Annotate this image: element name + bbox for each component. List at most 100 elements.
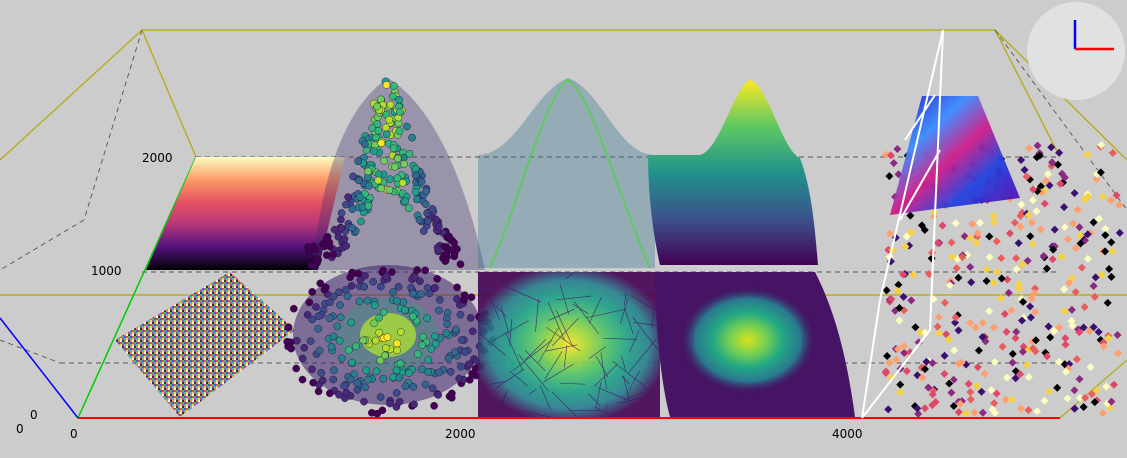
scatter-point — [450, 238, 458, 247]
scatter-point — [467, 293, 476, 302]
scatter-point — [340, 381, 348, 390]
scatter-point — [413, 350, 422, 358]
diamond-point — [896, 388, 905, 397]
diamond-point — [971, 323, 980, 332]
scatter-point — [361, 383, 369, 392]
scatter-point — [312, 303, 320, 311]
scatter-point — [410, 400, 418, 409]
scatter-point — [368, 124, 377, 132]
scatter-point — [435, 368, 444, 377]
diamond-point — [893, 286, 902, 295]
diamond-point — [1057, 252, 1066, 261]
diamond-point — [1106, 196, 1115, 205]
scatter-point — [465, 360, 474, 368]
scatter-point — [396, 359, 405, 368]
swirl-surface[interactable] — [890, 96, 1020, 215]
scatter-point — [424, 356, 433, 364]
diamond-point — [896, 380, 905, 389]
diamond-point — [982, 265, 991, 274]
scatter-point — [337, 354, 346, 363]
scatter-point — [393, 154, 402, 163]
scatter-point — [370, 319, 378, 328]
scatter-point — [298, 375, 307, 384]
scatter-point — [364, 375, 372, 384]
scatter-point — [355, 176, 363, 185]
diamond-point — [1107, 272, 1116, 281]
scatter-point — [381, 123, 390, 132]
scatter-point — [371, 336, 380, 345]
diamond-point — [1061, 340, 1070, 349]
scatter-point — [382, 344, 390, 352]
diamond-point — [1070, 404, 1079, 413]
scene-canvas[interactable] — [0, 0, 1127, 458]
scatter-point — [365, 181, 373, 190]
scatter-point — [386, 175, 395, 183]
scatter-point — [393, 297, 401, 305]
gaussian-surface[interactable] — [648, 80, 855, 417]
scatter-point — [455, 374, 464, 383]
scatter-point — [289, 304, 298, 313]
diamond-point — [1027, 218, 1036, 227]
scatter-point — [305, 243, 314, 252]
scatter-point — [416, 277, 424, 286]
diamond-point — [1090, 292, 1099, 301]
scatter-point — [317, 368, 326, 377]
diamond-point — [967, 278, 976, 287]
scatter-point — [442, 329, 451, 337]
scatter-point — [417, 290, 426, 298]
scatter-point — [377, 184, 386, 193]
scatter-point — [287, 344, 296, 353]
scatter-point — [330, 366, 338, 374]
scatter-point — [344, 346, 353, 354]
scatter-point — [342, 388, 351, 397]
diamond-point — [1075, 375, 1084, 384]
scatter-point — [411, 171, 420, 179]
scatter-point — [308, 365, 316, 374]
3d-viewport[interactable]: 0 2000 4000 1000 2000 0 0 — [0, 0, 1127, 458]
scatter-point — [349, 269, 358, 278]
scatter-point — [413, 266, 422, 274]
scatter-point — [405, 149, 414, 158]
scatter-point — [392, 389, 401, 397]
scatter-point — [347, 282, 356, 290]
diamond-point — [883, 352, 892, 361]
scatter-point — [457, 362, 465, 371]
diamond-point — [1108, 148, 1117, 157]
scatter-point — [393, 174, 402, 182]
scatter-point — [330, 225, 339, 234]
diamond-point — [952, 264, 961, 273]
diamond-point — [978, 318, 987, 327]
diamond-point — [1060, 223, 1069, 232]
scatter-point — [460, 295, 468, 304]
gaussian-scatter-points[interactable] — [283, 77, 497, 418]
diamond-point — [1020, 165, 1029, 174]
scatter-point — [423, 283, 432, 292]
gaussian-wireframe-mesh[interactable] — [477, 78, 661, 418]
diamond-point — [961, 409, 970, 418]
scatter-point — [395, 397, 404, 406]
diamond-point — [1110, 380, 1119, 389]
scatter-point — [385, 115, 394, 124]
scatter-point — [461, 348, 469, 356]
diamond-point — [951, 219, 960, 228]
scatter-point — [318, 376, 327, 385]
scatter-point — [419, 227, 428, 235]
y-tick-label-2000: 2000 — [142, 151, 173, 165]
diamond-point — [1101, 231, 1110, 240]
scatter-point — [424, 217, 432, 225]
scatter-point — [466, 314, 475, 322]
scatter-point — [325, 314, 334, 323]
diamond-point — [1072, 355, 1081, 364]
diamond-point — [1060, 285, 1069, 294]
random-noise-image[interactable] — [115, 272, 295, 417]
scatter-point — [392, 366, 401, 375]
scatter-point — [453, 283, 461, 292]
diamond-point — [972, 238, 981, 247]
orientation-gizmo[interactable] — [1027, 2, 1125, 100]
scatter-point — [396, 108, 404, 116]
scatter-point — [443, 320, 452, 328]
diamond-point — [968, 220, 977, 229]
scatter-point — [468, 327, 477, 336]
scatter-point — [300, 343, 309, 352]
scatter-point — [468, 369, 476, 378]
